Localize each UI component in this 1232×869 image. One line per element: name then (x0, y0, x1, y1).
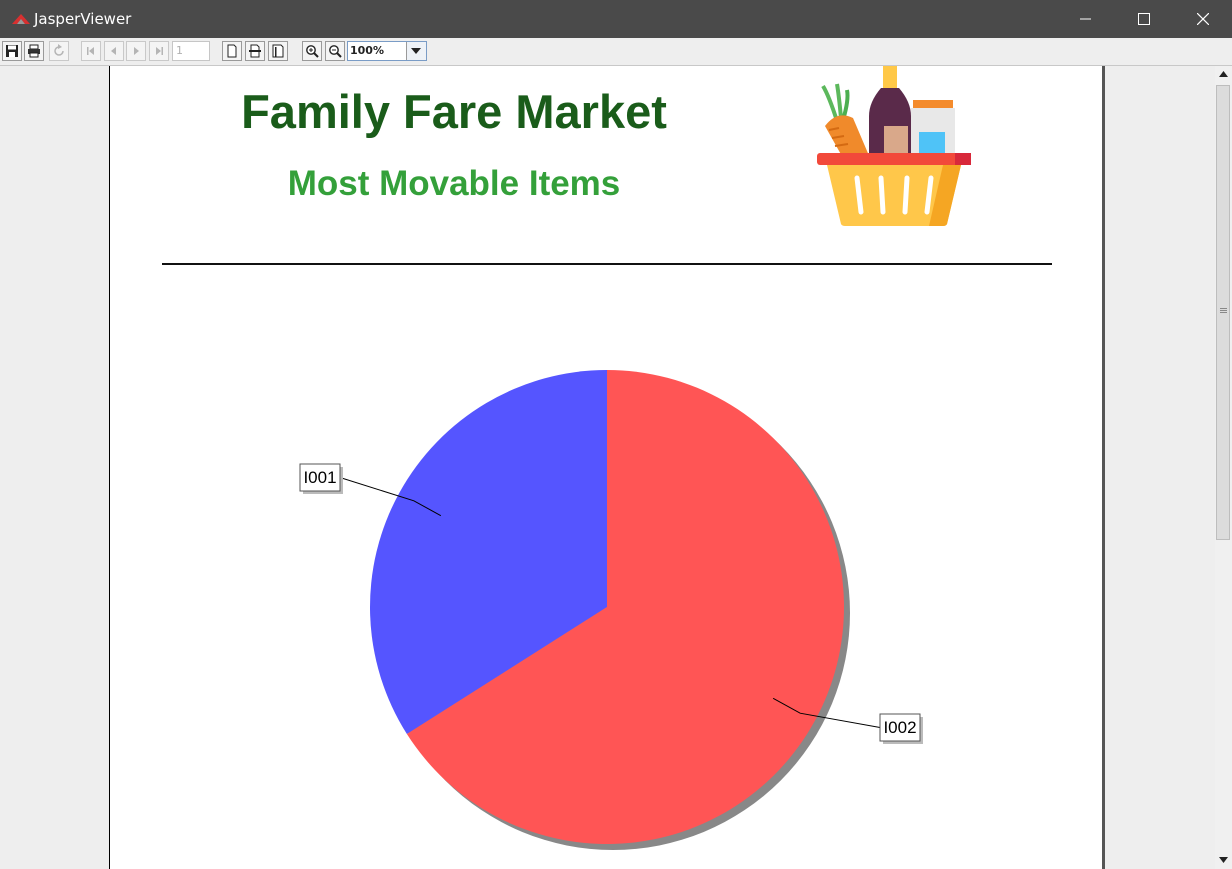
first-page-button[interactable] (81, 41, 101, 61)
reload-icon (54, 44, 64, 56)
toolbar: 1 100% (0, 38, 1232, 66)
zoom-value: 100% (350, 44, 384, 57)
scroll-up-button[interactable] (1215, 66, 1232, 83)
save-icon (6, 45, 18, 57)
vertical-scrollbar[interactable] (1215, 66, 1232, 869)
print-button[interactable] (24, 41, 44, 61)
report-title: Family Fare Market (241, 85, 667, 138)
grocery-basket-icon (817, 66, 971, 226)
zoom-out-icon (329, 45, 342, 58)
reload-button[interactable] (49, 41, 69, 61)
previous-page-button[interactable] (104, 41, 124, 61)
title-bar: JasperViewer (0, 0, 1232, 38)
chevron-down-icon (1219, 857, 1228, 863)
minimize-icon (1080, 18, 1091, 20)
fit-page-icon (249, 44, 261, 58)
zoom-in-icon (306, 45, 319, 58)
pie-label-i002: I002 (883, 718, 916, 737)
fit-page-button[interactable] (245, 41, 265, 61)
actual-size-icon (227, 44, 237, 58)
next-page-icon (134, 47, 139, 55)
zoom-dropdown-button[interactable] (406, 42, 426, 60)
first-page-icon (87, 47, 94, 55)
zoom-select[interactable]: 100% (347, 41, 427, 61)
scroll-thumb[interactable] (1216, 85, 1230, 540)
close-button[interactable] (1180, 0, 1226, 38)
maximize-icon (1138, 13, 1150, 25)
last-page-icon (156, 47, 163, 55)
close-icon (1197, 13, 1209, 25)
report-page: Family Fare Market Most Movable Items I0… (109, 66, 1105, 869)
page-number-field[interactable]: 1 (172, 41, 210, 61)
pie-label-i001: I001 (303, 468, 336, 487)
chevron-up-icon (1219, 71, 1228, 77)
window-title: JasperViewer (34, 10, 132, 28)
actual-size-button[interactable] (222, 41, 242, 61)
minimize-button[interactable] (1063, 0, 1109, 38)
zoom-out-button[interactable] (325, 41, 345, 61)
report-subtitle: Most Movable Items (287, 164, 621, 203)
header-divider (162, 263, 1052, 265)
fit-width-button[interactable] (268, 41, 288, 61)
chevron-down-icon (411, 48, 421, 54)
scroll-down-button[interactable] (1215, 852, 1232, 869)
last-page-button[interactable] (149, 41, 169, 61)
save-button[interactable] (2, 41, 22, 61)
pie-chart: I001 I002 (299, 370, 923, 850)
jasper-logo-icon (12, 14, 30, 24)
previous-page-icon (111, 47, 116, 55)
next-page-button[interactable] (126, 41, 146, 61)
zoom-in-button[interactable] (302, 41, 322, 61)
print-icon (28, 44, 40, 58)
maximize-button[interactable] (1121, 0, 1167, 38)
report-viewer[interactable]: Family Fare Market Most Movable Items I0… (0, 66, 1215, 869)
fit-width-icon (272, 44, 284, 58)
